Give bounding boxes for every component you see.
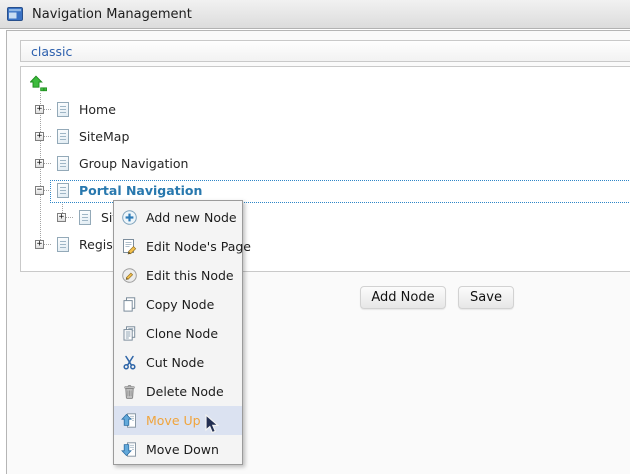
tree-node-group-navigation[interactable]: + Group Navigation — [35, 152, 188, 174]
menu-item-label: Edit this Node — [146, 268, 234, 283]
tree-node-home[interactable]: + Home — [35, 98, 116, 120]
move-up-level-icon[interactable] — [30, 75, 47, 92]
document-icon — [57, 156, 69, 171]
menu-item-label: Add new Node — [146, 210, 237, 225]
document-icon — [57, 129, 69, 144]
menu-item-clone-node[interactable]: Clone Node — [114, 319, 242, 348]
edit-node-icon — [121, 267, 138, 284]
tree-node-label[interactable]: SiteMap — [79, 129, 129, 144]
window-layout-icon — [7, 6, 23, 22]
document-icon — [79, 210, 91, 225]
menu-item-label: Delete Node — [146, 384, 224, 399]
window-titlebar: Navigation Management — [0, 0, 630, 29]
menu-item-edit-this-node[interactable]: Edit this Node — [114, 261, 242, 290]
menu-item-label: Move Down — [146, 442, 219, 457]
expand-toggle-icon[interactable]: + — [35, 240, 44, 249]
node-context-menu: Add new Node Edit Node's Page Edit this … — [113, 200, 243, 465]
expand-toggle-icon[interactable]: + — [35, 159, 44, 168]
tree-connector — [44, 244, 51, 245]
expand-toggle-icon[interactable]: + — [35, 132, 44, 141]
window-title: Navigation Management — [32, 7, 192, 22]
menu-item-copy-node[interactable]: Copy Node — [114, 290, 242, 319]
menu-item-label: Move Up — [146, 413, 201, 428]
menu-item-label: Copy Node — [146, 297, 214, 312]
scissors-icon — [121, 354, 138, 371]
move-down-icon — [121, 441, 138, 458]
add-node-icon — [121, 209, 138, 226]
menu-item-add-new-node[interactable]: Add new Node — [114, 203, 242, 232]
tree-node-label[interactable]: Regis — [79, 237, 113, 252]
menu-item-edit-nodes-page[interactable]: Edit Node's Page — [114, 232, 242, 261]
tree-node-register[interactable]: + Regis — [35, 233, 113, 255]
expand-toggle-icon[interactable]: + — [35, 105, 44, 114]
document-icon — [57, 237, 69, 252]
navigation-management-window: Navigation Management classic + Home + S… — [0, 0, 630, 474]
tree-connector — [44, 109, 51, 110]
navigation-style-label: classic — [31, 44, 72, 59]
tree-node-label[interactable]: Group Navigation — [79, 156, 188, 171]
document-icon — [57, 183, 69, 198]
tree-node-label[interactable]: Portal Navigation — [79, 183, 202, 198]
tree-connector — [44, 136, 51, 137]
move-up-icon — [121, 412, 138, 429]
menu-item-move-up[interactable]: Move Up — [114, 406, 242, 435]
tree-node-label[interactable]: Home — [79, 102, 116, 117]
add-node-button[interactable]: Add Node — [360, 286, 446, 309]
mouse-cursor — [205, 414, 219, 435]
menu-item-move-down[interactable]: Move Down — [114, 435, 242, 464]
menu-item-label: Edit Node's Page — [146, 239, 251, 254]
edit-page-icon — [121, 238, 138, 255]
clone-icon — [121, 325, 138, 342]
menu-item-delete-node[interactable]: Delete Node — [114, 377, 242, 406]
navigation-style-bar[interactable]: classic — [20, 40, 630, 62]
tree-connector — [66, 217, 73, 218]
tree-node-site-child[interactable]: + Sit — [57, 206, 117, 228]
menu-item-cut-node[interactable]: Cut Node — [114, 348, 242, 377]
tree-connector — [44, 163, 51, 164]
copy-icon — [121, 296, 138, 313]
menu-item-label: Cut Node — [146, 355, 204, 370]
menu-item-label: Clone Node — [146, 326, 218, 341]
tree-connector — [44, 190, 51, 191]
tree-node-sitemap[interactable]: + SiteMap — [35, 125, 129, 147]
save-button[interactable]: Save — [458, 286, 514, 309]
expand-toggle-icon[interactable]: + — [57, 213, 66, 222]
trash-icon — [121, 383, 138, 400]
document-icon — [57, 102, 69, 117]
tree-node-portal-navigation[interactable]: − Portal Navigation — [35, 179, 202, 201]
collapse-toggle-icon[interactable]: − — [35, 186, 44, 195]
